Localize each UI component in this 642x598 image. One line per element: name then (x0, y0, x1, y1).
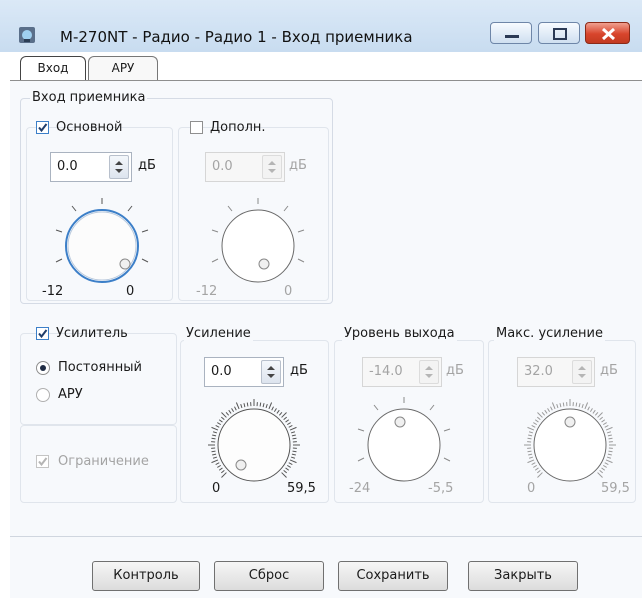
extra-scale-min: -12 (196, 284, 218, 299)
amplifier-group (20, 333, 177, 425)
extra-level-spinbox: 0.0 (205, 152, 285, 182)
mode-constant-radio[interactable] (36, 361, 50, 375)
maximize-icon (553, 28, 567, 40)
max-gain-scale-min: 0 (527, 481, 536, 496)
amplifier-checkbox[interactable] (36, 327, 49, 340)
close-icon (601, 27, 616, 41)
max-gain-label: Макс. усиление (494, 326, 605, 341)
extra-checkbox-label: Дополн. (210, 120, 266, 135)
main-level-spinbox[interactable]: 0.0 (50, 152, 132, 182)
tab-input[interactable]: Вход (20, 56, 86, 80)
spin-up-down-icon (267, 366, 275, 378)
output-level-scale-min: -24 (349, 481, 371, 496)
close-button[interactable]: Закрыть (468, 561, 578, 591)
gain-scale-min: 0 (212, 481, 221, 496)
output-level-knob (357, 397, 451, 482)
checkmark-icon (38, 123, 48, 133)
maximize-button[interactable] (538, 22, 580, 44)
output-level-value: -14.0 (369, 364, 403, 379)
spin-arrows[interactable] (109, 155, 129, 179)
main-scale-max: 0 (126, 284, 135, 299)
receiver-input-label: Вход приемника (30, 90, 148, 105)
gain-value: 0.0 (211, 364, 232, 379)
minimize-button[interactable] (490, 22, 532, 44)
main-level-value: 0.0 (57, 159, 78, 174)
limit-checkbox (36, 455, 49, 468)
main-checkbox-label: Основной (56, 120, 123, 135)
close-window-button[interactable] (585, 22, 630, 44)
gain-label: Усиление (184, 326, 253, 341)
mode-agc-radio[interactable] (36, 388, 50, 402)
gain-unit: дБ (290, 363, 308, 378)
app-icon (19, 27, 35, 43)
spin-up-down-icon (115, 161, 123, 173)
extra-level-value: 0.0 (212, 159, 233, 174)
window-title: M-270NT - Радио - Радио 1 - Вход приемни… (60, 28, 413, 46)
mode-constant-label: Постоянный (58, 360, 142, 375)
minimize-icon (505, 35, 519, 38)
save-button[interactable]: Сохранить (338, 561, 448, 591)
mode-agc-label: АРУ (58, 387, 83, 402)
gain-spinbox[interactable]: 0.0 (204, 357, 284, 387)
spin-up-down-icon (268, 161, 276, 173)
spin-arrows (419, 360, 439, 384)
extra-checkbox[interactable] (190, 121, 203, 134)
limit-checkbox-label: Ограничение (58, 454, 149, 469)
extra-scale-max: 0 (284, 284, 293, 299)
max-gain-unit: дБ (600, 363, 618, 378)
reset-button[interactable]: Сброс (214, 561, 324, 591)
checkmark-icon (38, 457, 48, 467)
max-gain-scale-max: 59,5 (601, 481, 630, 496)
max-gain-spinbox: 32.0 (517, 357, 595, 387)
gain-scale-max: 59,5 (287, 481, 316, 496)
extra-level-knob (211, 198, 305, 283)
main-scale-min: -12 (42, 284, 64, 299)
output-level-label: Уровень выхода (342, 326, 457, 341)
spin-up-down-icon (578, 366, 586, 378)
extra-level-unit: дБ (289, 158, 307, 173)
spin-arrows (572, 360, 592, 384)
main-checkbox[interactable] (36, 121, 49, 134)
title-bar: M-270NT - Радио - Радио 1 - Вход приемни… (0, 0, 642, 52)
max-gain-knob (524, 399, 616, 482)
gain-knob[interactable] (194, 385, 314, 495)
tab-agc[interactable]: АРУ (88, 56, 158, 80)
tab-divider (10, 80, 642, 81)
max-gain-value: 32.0 (524, 364, 553, 379)
main-level-unit: дБ (138, 158, 156, 173)
footer-separator (10, 536, 642, 537)
output-level-scale-max: -5,5 (428, 481, 454, 496)
checkmark-icon (38, 329, 48, 339)
spin-arrows (262, 155, 282, 179)
dialog-window: M-270NT - Радио - Радио 1 - Вход приемни… (0, 0, 642, 598)
output-level-spinbox: -14.0 (362, 357, 442, 387)
output-level-unit: дБ (446, 363, 464, 378)
amplifier-checkbox-label: Усилитель (56, 326, 128, 341)
main-level-knob[interactable] (42, 186, 162, 296)
spin-up-down-icon (425, 366, 433, 378)
spin-arrows[interactable] (261, 360, 281, 384)
control-button[interactable]: Контроль (92, 561, 200, 591)
